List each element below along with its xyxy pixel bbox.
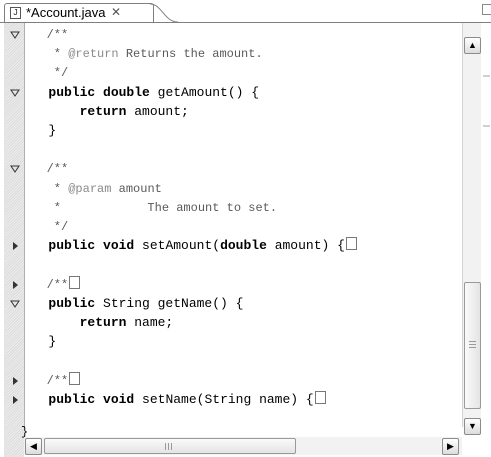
maximize-icon[interactable] [482, 4, 491, 15]
class-closing-brace: } [21, 425, 29, 439]
code-line[interactable]: * @param amount [25, 179, 463, 199]
code-line[interactable]: } [25, 332, 463, 352]
code-line[interactable] [25, 140, 463, 160]
scroll-left-button[interactable]: ◀ [25, 438, 42, 455]
code-line[interactable]: /** [25, 275, 463, 295]
scroll-up-button[interactable]: ▲ [464, 37, 481, 54]
code-line[interactable]: public void setName(String name) { [25, 390, 463, 410]
code-line[interactable]: public String getName() { [25, 294, 463, 314]
overview-marker[interactable] [483, 75, 490, 77]
java-editor[interactable]: /** * @return Returns the amount. */ pub… [0, 23, 491, 457]
horizontal-scroll-thumb[interactable] [44, 438, 296, 454]
code-area[interactable]: /** * @return Returns the amount. */ pub… [24, 23, 463, 427]
fold-expanded-icon[interactable] [10, 164, 20, 174]
scrollbar-corner [462, 437, 491, 457]
code-line[interactable]: } [25, 121, 463, 141]
fold-expanded-icon[interactable] [10, 299, 20, 309]
folded-code-box[interactable] [69, 275, 81, 289]
code-line[interactable]: /** [25, 159, 463, 179]
fold-collapsed-icon[interactable] [10, 280, 20, 290]
horizontal-scrollbar[interactable]: ◀ ▶ [24, 437, 462, 455]
annotation-ruler[interactable] [4, 23, 24, 427]
java-file-icon: J [10, 7, 21, 19]
vertical-scroll-thumb[interactable] [464, 282, 481, 409]
tab-title: *Account.java [26, 5, 106, 20]
close-icon[interactable]: ✕ [111, 5, 121, 19]
fold-expanded-icon[interactable] [10, 30, 20, 40]
code-line[interactable]: */ [25, 217, 463, 237]
code-line[interactable]: * @return Returns the amount. [25, 44, 463, 64]
code-line[interactable] [25, 351, 463, 371]
code-line[interactable]: /** [25, 25, 463, 45]
code-line[interactable]: /** [25, 371, 463, 391]
scroll-right-button[interactable]: ▶ [442, 438, 459, 455]
code-line[interactable]: return amount; [25, 102, 463, 122]
code-line[interactable]: * The amount to set. [25, 198, 463, 218]
fold-expanded-icon[interactable] [10, 88, 20, 98]
vertical-scrollbar[interactable]: ▲ ▼ [462, 23, 482, 435]
overview-ruler[interactable] [481, 23, 491, 427]
scroll-down-button[interactable]: ▼ [464, 418, 481, 435]
folded-code-box[interactable] [314, 390, 326, 404]
editor-tab-strip: J *Account.java ✕ [0, 0, 491, 23]
fold-collapsed-icon[interactable] [10, 376, 20, 386]
code-line[interactable]: public void setAmount(double amount) { [25, 236, 463, 256]
fold-collapsed-icon[interactable] [10, 241, 20, 251]
code-line[interactable]: public double getAmount() { [25, 83, 463, 103]
fold-collapsed-icon[interactable] [10, 395, 20, 405]
code-line[interactable] [25, 255, 463, 275]
folded-code-box[interactable] [69, 371, 81, 385]
overview-marker[interactable] [483, 125, 490, 127]
folded-code-box[interactable] [345, 237, 357, 251]
code-line[interactable]: */ [25, 63, 463, 83]
tab-curve [150, 3, 179, 23]
tab-account-java[interactable]: J *Account.java ✕ [4, 3, 154, 23]
code-line[interactable]: return name; [25, 313, 463, 333]
